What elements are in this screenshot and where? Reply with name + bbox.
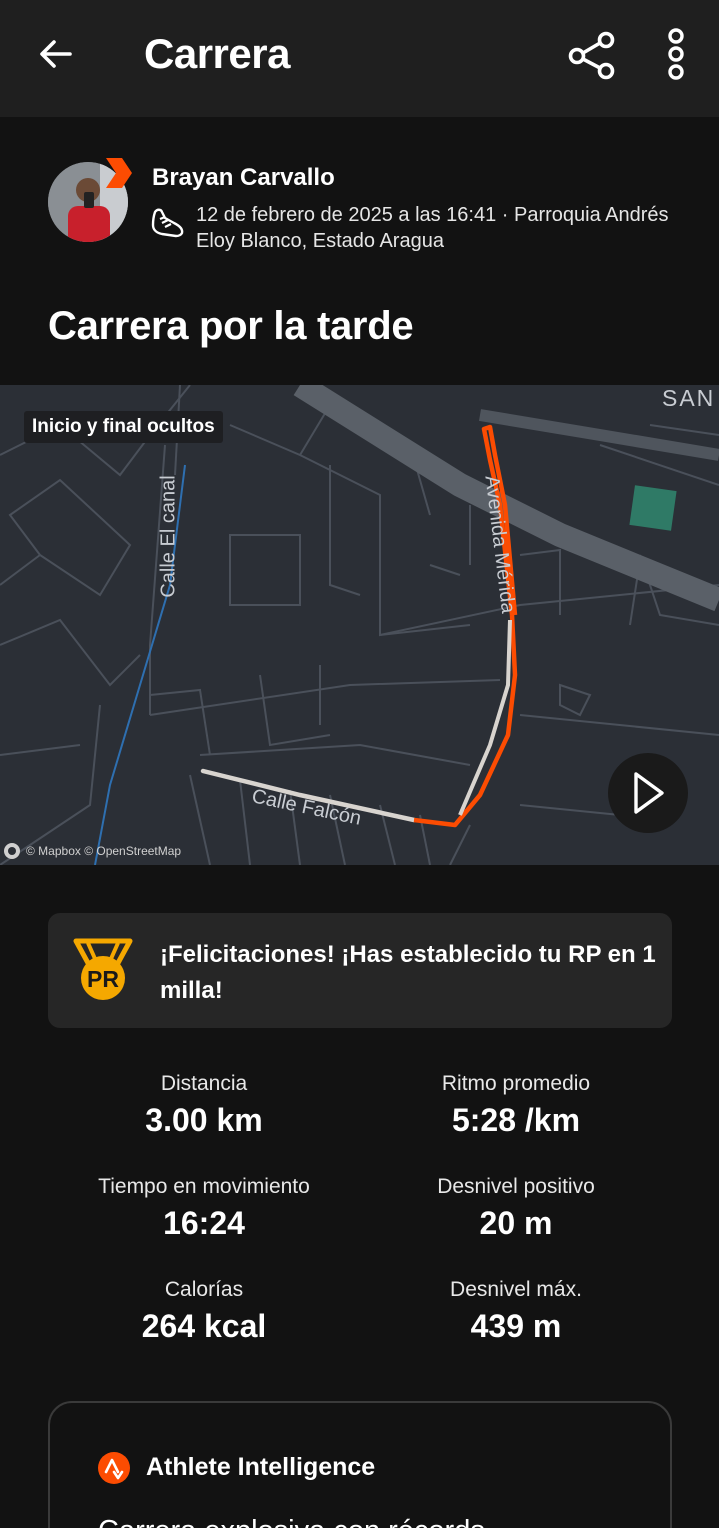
svg-text:PR: PR — [87, 966, 119, 992]
pr-medal-icon: PR — [72, 937, 134, 1003]
top-app-bar: Carrera — [0, 0, 719, 117]
pr-message: ¡Felicitaciones! ¡Has establecido tu RP … — [160, 941, 656, 1004]
stat-label: Tiempo en movimiento — [98, 1175, 310, 1198]
stat-value: 20 m — [479, 1205, 553, 1241]
more-vertical-icon — [668, 28, 684, 80]
running-shoe-icon — [150, 204, 186, 240]
page-title: Carrera — [144, 30, 290, 77]
stat-value: 264 kcal — [141, 1308, 267, 1344]
stat-value: 3.00 km — [145, 1102, 263, 1138]
stat-value: 16:24 — [163, 1205, 245, 1241]
stat-elevation-gain: Desnivel positivo 20 m — [360, 1175, 672, 1242]
stat-label: Ritmo promedio — [441, 1072, 591, 1095]
play-flyover-button[interactable] — [608, 753, 688, 833]
play-icon — [634, 772, 664, 814]
pr-achievement-card[interactable]: PR ¡Felicitaciones! ¡Has establecido tu … — [48, 913, 672, 1028]
area-label-corner: SAN — [662, 385, 716, 411]
stat-value: 439 m — [470, 1308, 562, 1344]
more-options-button[interactable] — [650, 22, 702, 86]
athlete-intelligence-icon — [97, 1451, 131, 1485]
back-button[interactable] — [30, 28, 82, 80]
stat-avg-pace: Ritmo promedio 5:28 /km — [360, 1072, 672, 1139]
athlete-name[interactable]: Brayan Carvallo — [152, 164, 335, 192]
athlete-intelligence-title: Athlete Intelligence — [146, 1453, 376, 1481]
stat-label: Desnivel máx. — [450, 1278, 582, 1301]
stat-label: Desnivel positivo — [437, 1175, 595, 1198]
athlete-intelligence-card[interactable]: Athlete Intelligence Carrera explosiva c… — [48, 1401, 672, 1528]
athlete-header: Brayan Carvallo 12 de febrero de 2025 a … — [48, 156, 688, 266]
subscriber-badge-icon — [100, 156, 134, 190]
stat-label: Distancia — [160, 1072, 248, 1095]
athlete-intelligence-summary: Carrera explosiva con récords — [98, 1515, 485, 1528]
mapbox-logo-icon — [4, 843, 20, 859]
share-button[interactable] — [562, 26, 620, 84]
stat-label: Calorías — [164, 1278, 244, 1301]
map-attribution[interactable]: © Mapbox © OpenStreetMap — [4, 843, 181, 859]
stat-distance: Distancia 3.00 km — [48, 1072, 360, 1139]
stat-moving-time: Tiempo en movimiento 16:24 — [48, 1175, 360, 1242]
arrow-left-icon — [40, 40, 72, 68]
street-label-calle-el-canal: Calle El canal — [157, 475, 180, 598]
stat-max-elevation: Desnivel máx. 439 m — [360, 1278, 672, 1345]
activity-title: Carrera por la tarde — [48, 304, 414, 348]
route-map[interactable]: Calle El canal Avenida Mérida Calle Falc… — [0, 385, 719, 865]
activity-date-location: 12 de febrero de 2025 a las 16:41 · Parr… — [196, 204, 669, 252]
stat-calories: Calorías 264 kcal — [48, 1278, 360, 1345]
privacy-chip: Inicio y final ocultos — [24, 411, 223, 443]
share-icon — [568, 31, 615, 80]
stat-value: 5:28 /km — [451, 1102, 581, 1138]
attribution-text: © Mapbox © OpenStreetMap — [26, 844, 182, 858]
